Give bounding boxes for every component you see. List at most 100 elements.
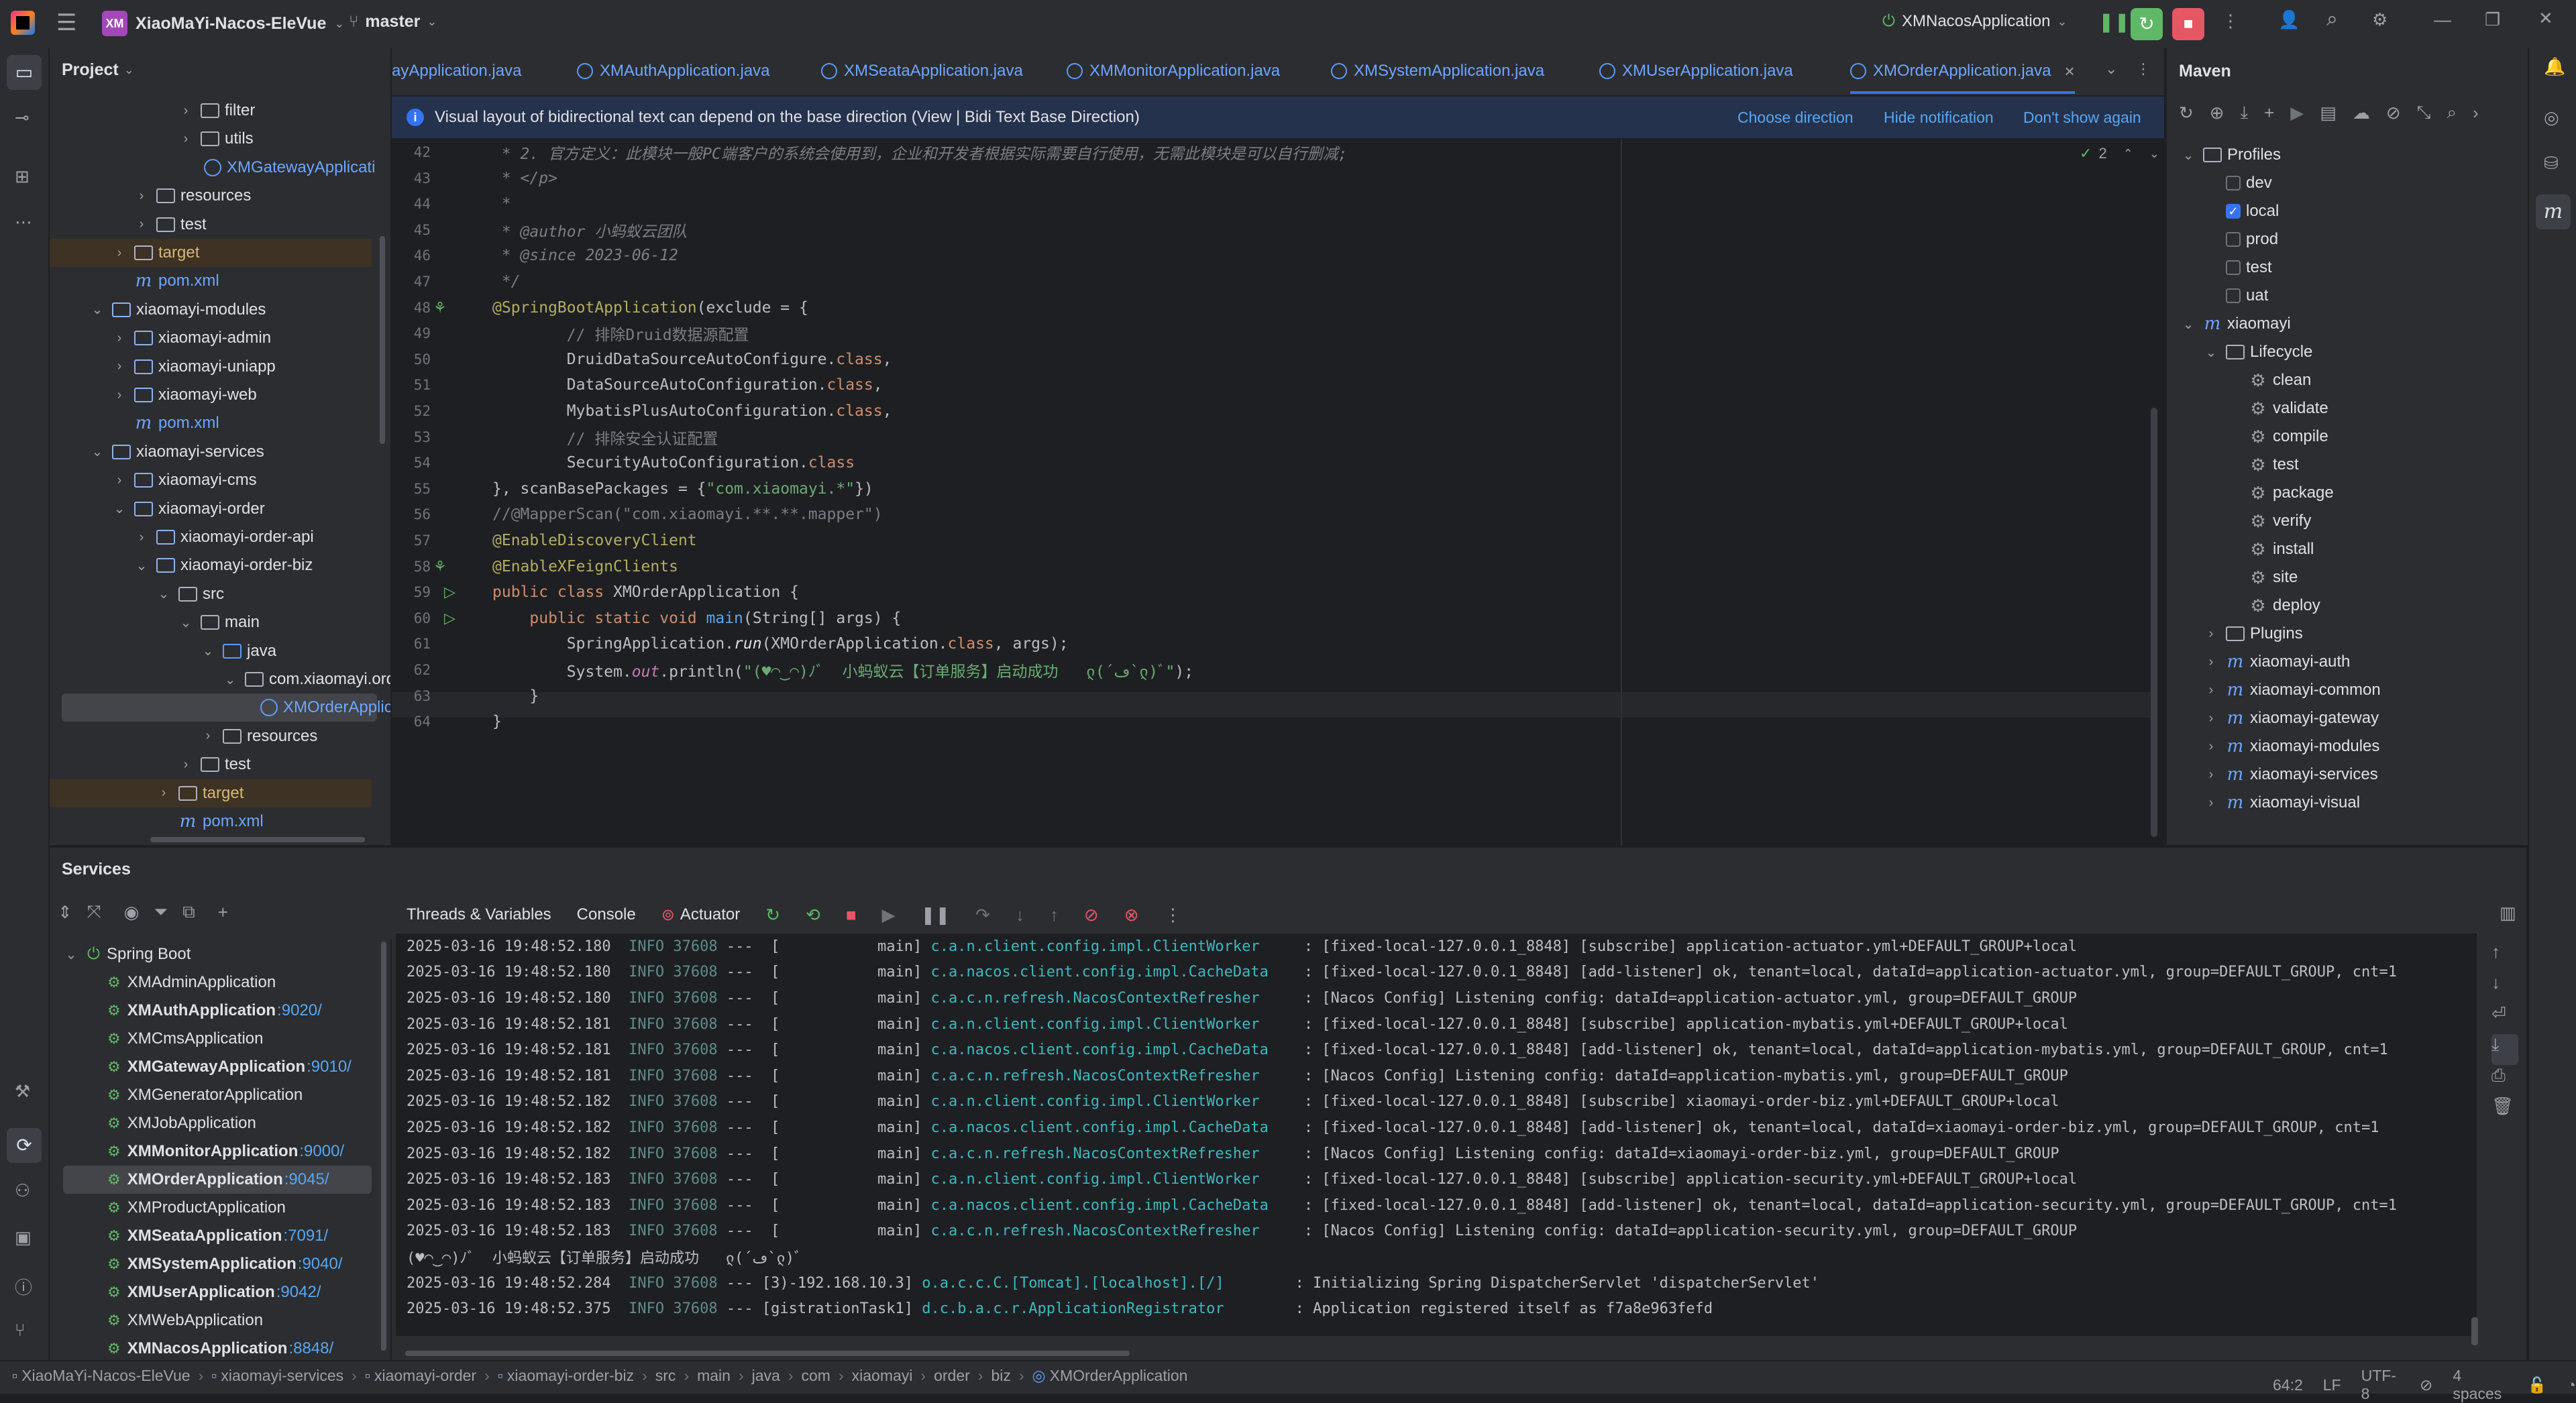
console-output[interactable]: 2025-03-16 19:48:52.180 INFO 37608 --- [… xyxy=(396,934,2477,1336)
main-menu-icon[interactable]: ☰ xyxy=(56,9,76,36)
analyze-dependencies-icon[interactable]: ⌕ xyxy=(2447,102,2457,123)
chevron-right-icon[interactable]: › xyxy=(110,388,129,403)
console-hscrollbar[interactable] xyxy=(405,1351,1130,1356)
chevron-right-icon[interactable]: › xyxy=(2202,683,2220,698)
choose-direction-link[interactable]: Choose direction xyxy=(1737,109,1854,127)
run-maven-icon[interactable]: ▶ xyxy=(2290,103,2304,123)
database-icon[interactable]: ⛁ xyxy=(2544,153,2559,174)
editor-scrollbar[interactable] xyxy=(2151,408,2157,837)
pause-icon[interactable]: ❚❚ xyxy=(921,905,951,925)
breadcrumb-item[interactable]: xiaomayi xyxy=(852,1367,913,1385)
chevron-right-icon[interactable]: › xyxy=(132,217,151,232)
tab-more-icon[interactable]: ⋮ xyxy=(2136,60,2151,78)
service-item[interactable]: ⚙ XMJobApplication xyxy=(107,1109,256,1137)
skip-tests-icon[interactable]: ⊘ xyxy=(2386,103,2401,123)
layout-icon[interactable]: ▥ xyxy=(2500,903,2516,923)
project-tree-item[interactable]: ⌄ xiaomayi-services xyxy=(50,438,372,466)
breadcrumb-item[interactable]: com xyxy=(802,1367,830,1385)
project-tree-item[interactable]: › resources xyxy=(50,182,372,210)
project-tree-item[interactable]: › xiaomayi-cms xyxy=(50,466,372,494)
new-tab-icon[interactable]: ⧉ xyxy=(182,901,195,923)
close-tab-icon[interactable]: × xyxy=(2064,61,2074,82)
tab-actuator[interactable]: ⊚ Actuator xyxy=(661,905,741,925)
editor-tab[interactable]: ayApplication.java xyxy=(392,48,521,94)
close-window-icon[interactable]: ✕ xyxy=(2538,8,2553,29)
project-tree-item[interactable]: m pom.xml xyxy=(50,807,372,834)
maven-tree-item[interactable]: ⚙ deploy xyxy=(2167,592,2320,620)
maven-tree-item[interactable]: › Plugins xyxy=(2167,620,2303,648)
breadcrumb-item[interactable]: java xyxy=(752,1367,780,1385)
maven-tree-item[interactable]: ⚙ test xyxy=(2167,451,2298,479)
scroll-up-icon[interactable]: ↑ xyxy=(2491,942,2518,972)
service-item[interactable]: ⚙ XMUserApplication:9042/ xyxy=(107,1278,321,1306)
breadcrumb-item[interactable]: order xyxy=(934,1367,970,1385)
chevron-right-icon[interactable]: › xyxy=(2202,767,2220,783)
project-scrollbar[interactable] xyxy=(380,236,385,444)
maven-tree-item[interactable]: prod xyxy=(2167,225,2278,254)
reload-icon[interactable]: ↻ xyxy=(2179,103,2194,123)
project-tree-item[interactable]: › xiaomayi-web xyxy=(50,381,372,409)
commit-tool-icon[interactable]: ⊸ xyxy=(15,107,30,128)
profile-checkbox[interactable] xyxy=(2226,288,2241,303)
step-out-icon[interactable]: ↑ xyxy=(1050,905,1059,925)
chevron-down-icon[interactable]: ⌄ xyxy=(62,946,80,963)
rerun-button[interactable]: ↻ xyxy=(2131,8,2163,40)
service-item[interactable]: ⚙ XMSystemApplication:9040/ xyxy=(107,1250,343,1278)
breadcrumb-item[interactable]: src xyxy=(655,1367,676,1385)
chevron-right-icon[interactable]: › xyxy=(154,785,173,801)
indent-setting[interactable]: 4 spaces xyxy=(2453,1367,2507,1403)
project-tree-item[interactable]: m pom.xml xyxy=(50,409,372,437)
caret-position[interactable]: 64:2 xyxy=(2273,1376,2303,1394)
breadcrumb-item[interactable]: ▫ xiaomayi-services xyxy=(211,1367,343,1385)
service-item[interactable]: ⚙ XMSeataApplication:7091/ xyxy=(107,1222,328,1250)
service-item[interactable]: ⚙ XMNacosApplication:8848/ xyxy=(107,1335,333,1363)
service-item[interactable]: ⚙ XMGatewayApplication:9010/ xyxy=(107,1053,352,1081)
maven-tree-item[interactable]: ⚙ validate xyxy=(2167,394,2328,423)
project-tree-item[interactable]: › filter xyxy=(50,97,372,125)
ai-assistant-icon[interactable]: ◎ xyxy=(2544,107,2559,128)
stop-icon[interactable]: ■ xyxy=(846,905,857,925)
breadcrumb-item[interactable]: biz xyxy=(991,1367,1010,1385)
chevron-down-icon[interactable]: ⌄ xyxy=(2202,344,2220,361)
expand-all-icon[interactable]: ⇕ xyxy=(58,902,72,923)
editor-tab[interactable]: XMMonitorApplication.java xyxy=(1067,48,1280,94)
chevron-right-icon[interactable]: › xyxy=(110,473,129,488)
profile-checkbox[interactable] xyxy=(2226,176,2241,190)
breadcrumb-item[interactable]: ▫ xiaomayi-order-biz xyxy=(498,1367,634,1385)
breadcrumb-item[interactable]: ▫ XiaoMaYi-Nacos-EleVue xyxy=(12,1367,191,1385)
spring-gutter-icon[interactable]: ⚘ xyxy=(433,299,447,317)
tab-console[interactable]: Console xyxy=(577,905,636,924)
project-tree-item[interactable]: ⌄ java xyxy=(50,637,372,665)
problems-tool-icon[interactable]: ⓘ xyxy=(15,1274,32,1299)
breadcrumb-item[interactable]: main xyxy=(697,1367,731,1385)
service-item[interactable]: ⚙ XMAdminApplication xyxy=(107,968,276,997)
maximize-icon[interactable]: ❐ xyxy=(2485,9,2500,30)
maven-tree-item[interactable]: uat xyxy=(2167,282,2268,310)
line-separator[interactable]: LF xyxy=(2323,1376,2341,1394)
plus-icon[interactable]: + xyxy=(2264,103,2274,123)
spring-gutter-icon[interactable]: ⚘ xyxy=(433,558,447,575)
add-user-icon[interactable]: 👤 xyxy=(2278,9,2300,30)
step-over-icon[interactable]: ↷ xyxy=(975,905,990,925)
maven-tree-item[interactable]: ⚙ package xyxy=(2167,479,2333,507)
chevron-right-icon[interactable]: › xyxy=(132,188,151,204)
project-tree-item[interactable]: XMOrderApplic xyxy=(62,693,390,722)
console-vscrollbar[interactable] xyxy=(2471,1317,2478,1345)
service-item[interactable]: ⚙ XMMonitorApplication:9000/ xyxy=(107,1137,344,1166)
chevron-down-icon[interactable]: ⌄ xyxy=(154,585,173,602)
maven-tree-item[interactable]: ⌄ m xiaomayi xyxy=(2167,310,2291,338)
chevron-right-icon[interactable]: › xyxy=(110,359,129,374)
editor-tab[interactable]: XMAuthApplication.java xyxy=(577,48,769,94)
service-port-link[interactable]: :9045/ xyxy=(284,1170,329,1189)
scroll-down-icon[interactable]: ↓ xyxy=(2491,972,2518,1003)
soft-wrap-icon[interactable]: ⏎ xyxy=(2491,1003,2518,1034)
chevron-up-icon[interactable]: ⌃ xyxy=(2123,147,2133,161)
maven-tree-item[interactable]: ⌄ Profiles xyxy=(2167,141,2281,169)
project-tool-icon[interactable]: ▭ xyxy=(7,55,42,90)
service-port-link[interactable]: :8848/ xyxy=(288,1339,333,1358)
service-port-link[interactable]: :9000/ xyxy=(299,1142,344,1161)
chevron-down-icon[interactable]: ⌄ xyxy=(132,557,151,574)
collapse-all-icon[interactable]: ⤡ xyxy=(2417,102,2431,123)
restart-icon[interactable]: ⟲ xyxy=(806,905,820,925)
chevron-right-icon[interactable]: › xyxy=(2202,626,2220,642)
